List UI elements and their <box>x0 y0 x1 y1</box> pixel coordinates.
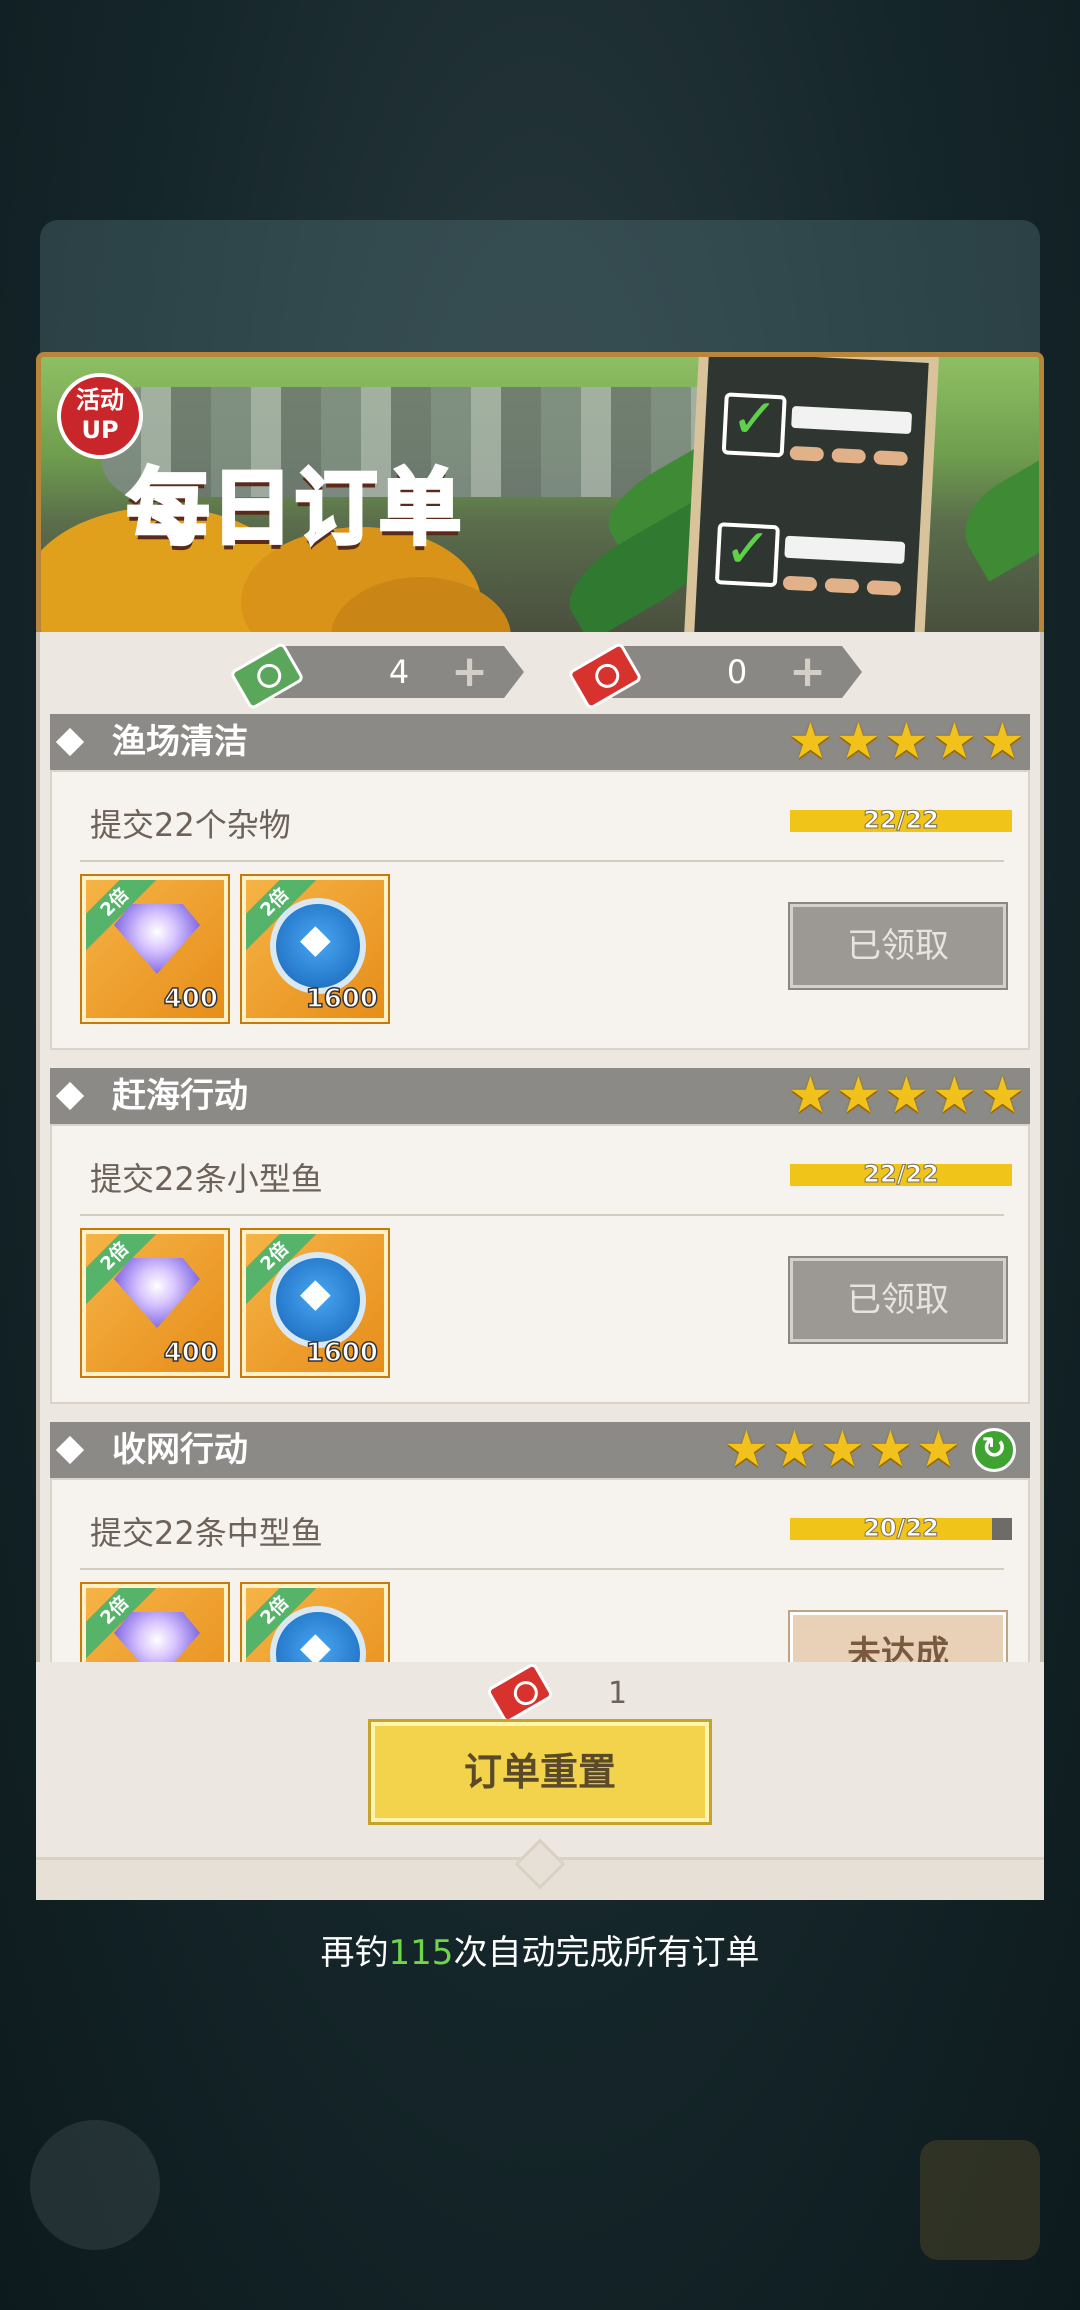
star-rating: ★ ★ ★ ★ ★ <box>724 1420 961 1478</box>
board-pill <box>873 450 909 466</box>
auto-complete-hint: 再钓115次自动完成所有订单 <box>0 1925 1080 1974</box>
claimed-button[interactable]: 已领取 <box>788 1256 1008 1344</box>
reward-fish-coin[interactable]: 2倍 1600 <box>240 1228 390 1378</box>
reward-gem[interactable]: 2倍 400 <box>80 1228 230 1378</box>
star-icon: ★ <box>884 712 929 770</box>
modal-bottom-frame <box>36 1838 1044 1900</box>
reward-fish-coin[interactable]: 2倍 1600 <box>240 874 390 1024</box>
badge-top-text: 活动 <box>76 386 124 414</box>
progress-text: 22/22 <box>863 1160 940 1189</box>
progress-text: 20/22 <box>863 1514 940 1543</box>
reward-qty: 1600 <box>305 983 379 1015</box>
board-line <box>791 405 913 435</box>
order-reset-button[interactable]: 订单重置 <box>368 1719 712 1825</box>
order-header: 渔场清洁 ★ ★ ★ ★ ★ <box>50 714 1030 770</box>
hint-suffix: 次自动完成所有订单 <box>453 1933 760 1973</box>
reward-gem[interactable]: 2倍 400 <box>80 874 230 1024</box>
order-card: 渔场清洁 ★ ★ ★ ★ ★ 提交22个杂物 22/22 2倍 400 2倍 ◆… <box>50 714 1030 1050</box>
divider <box>80 860 1004 862</box>
order-body: 提交22个杂物 22/22 2倍 400 2倍 1600 已领取 <box>50 770 1030 1050</box>
star-icon: ★ <box>724 1420 769 1478</box>
refresh-order-button[interactable]: ↻ <box>972 1428 1016 1472</box>
diamond-icon <box>55 727 85 757</box>
background-scene-bottom-right <box>920 2140 1040 2260</box>
currency-green: 4 + <box>274 646 524 698</box>
checklist-board-illustration: ✓ ✓ <box>682 357 940 633</box>
star-icon: ★ <box>932 712 977 770</box>
board-line <box>784 535 906 564</box>
add-green-ticket-button[interactable]: + <box>451 646 488 698</box>
check-icon: ✓ <box>714 516 780 588</box>
diamond-icon <box>55 1081 85 1111</box>
divider <box>80 1568 1004 1570</box>
reward-qty: 1600 <box>305 1337 379 1369</box>
star-icon: ★ <box>980 712 1025 770</box>
order-task: 提交22条小型鱼 <box>90 1160 323 1198</box>
currency-red: 0 + <box>612 646 862 698</box>
star-icon: ★ <box>884 1066 929 1124</box>
hint-count: 115 <box>388 1933 454 1973</box>
reward-qty: 400 <box>163 1337 219 1369</box>
daily-orders-modal: 活动 UP 每日订单 ✓ ✓ 4 + 0 + 渔场清洁 ★ ★ ★ ★ ★ 提交… <box>36 352 1044 1900</box>
fish-coin-icon <box>270 1252 366 1348</box>
currency-green-value: 4 <box>388 653 410 691</box>
divider <box>80 1214 1004 1216</box>
progress-bar: 22/22 <box>790 1160 1012 1189</box>
order-task: 提交22条中型鱼 <box>90 1514 323 1552</box>
progress-text: 22/22 <box>863 806 940 835</box>
star-icon: ★ <box>980 1066 1025 1124</box>
board-pill <box>782 575 818 592</box>
hint-prefix: 再钓 <box>320 1933 389 1973</box>
star-icon: ★ <box>788 1066 833 1124</box>
currency-row: 4 + 0 + <box>40 641 1040 711</box>
progress-bar: 20/22 <box>790 1514 1012 1543</box>
currency-red-value: 0 <box>726 653 748 691</box>
star-rating: ★ ★ ★ ★ ★ <box>788 712 1025 770</box>
star-icon: ★ <box>820 1420 865 1478</box>
star-rating: ★ ★ ★ ★ ★ <box>788 1066 1025 1124</box>
board-pill <box>824 577 860 594</box>
star-icon: ★ <box>772 1420 817 1478</box>
order-name: 赶海行动 <box>112 1076 248 1116</box>
diamond-icon <box>55 1435 85 1465</box>
reward-qty: 400 <box>163 983 219 1015</box>
order-header: 收网行动 ★ ★ ★ ★ ★ ↻ <box>50 1422 1030 1478</box>
claimed-button[interactable]: 已领取 <box>788 902 1008 990</box>
gem-icon <box>114 1258 200 1328</box>
board-pill <box>789 445 825 462</box>
board-pill <box>866 580 902 596</box>
star-icon: ★ <box>868 1420 913 1478</box>
order-header: 赶海行动 ★ ★ ★ ★ ★ <box>50 1068 1030 1124</box>
board-pill <box>831 448 867 464</box>
order-body: 提交22条小型鱼 22/22 2倍 400 2倍 1600 已领取 <box>50 1124 1030 1404</box>
fish-coin-icon <box>270 898 366 994</box>
banner-leaf <box>949 452 1039 582</box>
star-icon: ★ <box>836 712 881 770</box>
star-icon: ★ <box>788 712 833 770</box>
order-task: 提交22个杂物 <box>90 806 291 844</box>
gem-icon <box>114 904 200 974</box>
star-icon: ★ <box>916 1420 961 1478</box>
background-scene-bottom <box>30 2120 160 2250</box>
banner-title: 每日订单 <box>125 459 464 558</box>
star-icon: ★ <box>932 1066 977 1124</box>
reset-cost: 1 <box>608 1676 628 1711</box>
order-card: 赶海行动 ★ ★ ★ ★ ★ 提交22条小型鱼 22/22 2倍 400 2倍 … <box>50 1068 1030 1404</box>
check-icon: ✓ <box>721 386 787 458</box>
banner: 活动 UP 每日订单 ✓ ✓ <box>36 352 1044 638</box>
order-name: 收网行动 <box>112 1430 248 1470</box>
add-red-ticket-button[interactable]: + <box>789 646 826 698</box>
star-icon: ★ <box>836 1066 881 1124</box>
order-name: 渔场清洁 <box>112 722 248 762</box>
progress-bar: 22/22 <box>790 806 1012 835</box>
